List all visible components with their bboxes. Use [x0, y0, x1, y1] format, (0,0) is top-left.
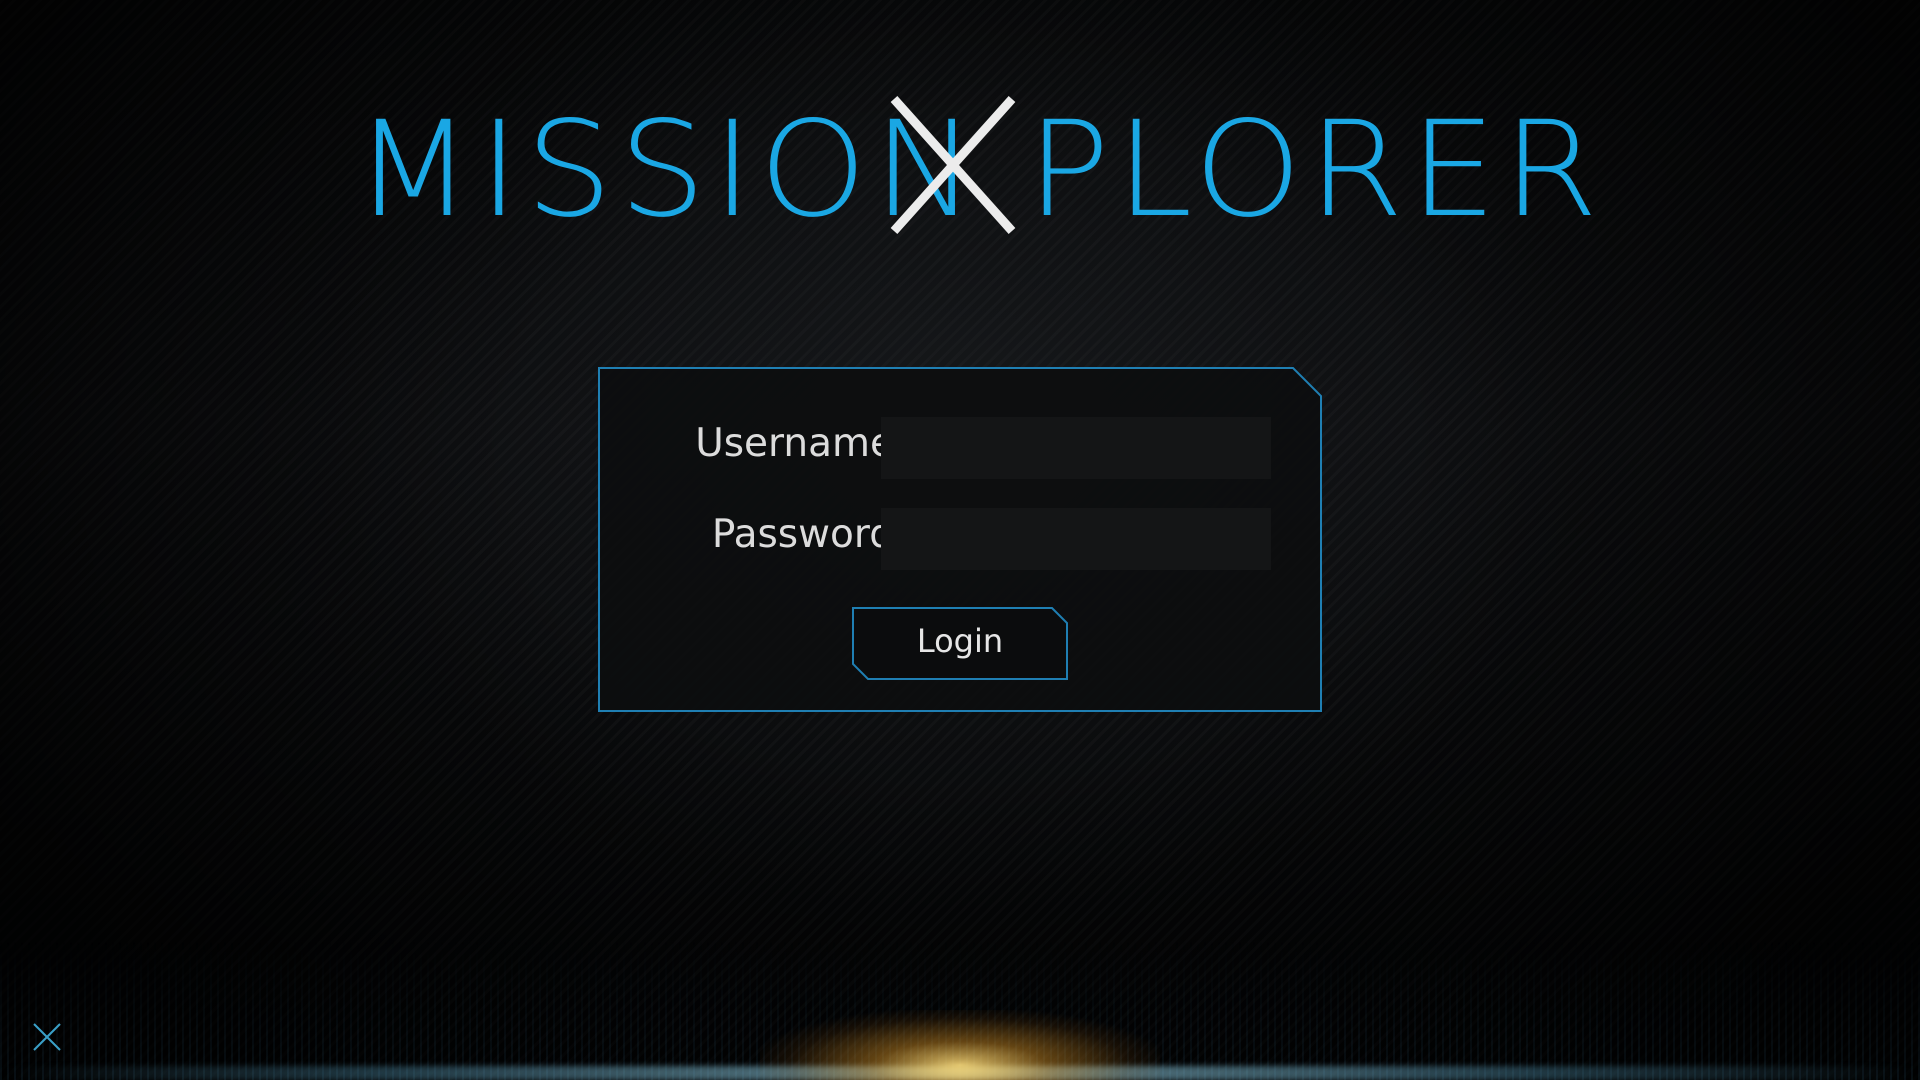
logo-text-plorer: PLORER	[1027, 93, 1605, 247]
login-button-label: Login	[916, 622, 1004, 660]
login-button[interactable]: Login	[852, 607, 1068, 680]
username-label: Username	[695, 421, 894, 466]
logo-x-mark	[890, 96, 1016, 234]
login-panel: Username Password Login	[598, 367, 1322, 712]
app-logo: MISSION PLORER	[0, 95, 1920, 245]
password-label: Password	[711, 512, 894, 557]
close-icon	[33, 1023, 61, 1051]
password-input[interactable]	[881, 508, 1271, 570]
username-input[interactable]	[881, 417, 1271, 479]
close-button[interactable]	[30, 1020, 64, 1054]
bottom-light-glow	[760, 1010, 1160, 1080]
